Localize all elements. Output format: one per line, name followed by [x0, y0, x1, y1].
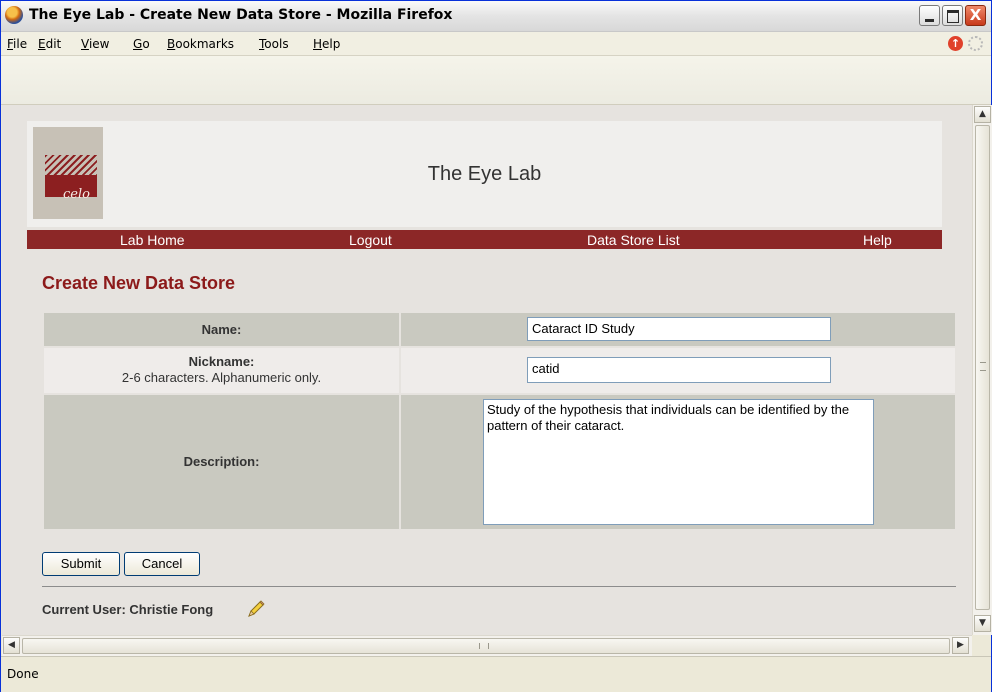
- menu-help-accesskey: H: [313, 37, 323, 51]
- nav-data-store-list[interactable]: Data Store List: [587, 232, 680, 248]
- minimize-button[interactable]: [919, 5, 940, 26]
- menu-file-label: ile: [13, 37, 28, 51]
- title-bar[interactable]: The Eye Lab - Create New Data Store - Mo…: [1, 1, 991, 32]
- submit-button[interactable]: Submit: [42, 552, 120, 576]
- menu-help[interactable]: Help: [313, 37, 340, 51]
- maximize-button[interactable]: [942, 5, 963, 26]
- page-viewport: celo The Eye Lab Lab Home Logout Data St…: [2, 105, 972, 635]
- menu-file[interactable]: File: [7, 37, 27, 51]
- close-icon: X: [969, 6, 982, 24]
- cancel-button[interactable]: Cancel: [124, 552, 200, 576]
- menu-view-accesskey: V: [81, 37, 89, 51]
- nav-lab-home[interactable]: Lab Home: [120, 232, 185, 248]
- scroll-left-icon[interactable]: ◀: [3, 637, 20, 654]
- nickname-label: Nickname: 2-6 characters. Alphanumeric o…: [44, 348, 399, 393]
- menu-edit-accesskey: E: [38, 37, 46, 51]
- name-label-text: Name:: [201, 322, 242, 337]
- close-button[interactable]: X: [965, 5, 986, 26]
- scroll-up-icon[interactable]: ▲: [974, 106, 991, 123]
- menu-bookmarks[interactable]: Bookmarks: [167, 37, 234, 51]
- menu-bookmarks-label: ookmarks: [175, 37, 235, 51]
- menu-tools[interactable]: Tools: [259, 37, 289, 51]
- menu-go[interactable]: Go: [133, 37, 150, 51]
- nav-logout[interactable]: Logout: [349, 232, 392, 248]
- vertical-thumb-grip: [980, 362, 986, 371]
- stop-icon[interactable]: ↑: [948, 36, 963, 51]
- menu-go-label: o: [142, 37, 150, 51]
- description-cell: Study of the hypothesis that individuals…: [401, 395, 955, 529]
- description-label-text: Description:: [183, 454, 260, 469]
- scroll-right-icon[interactable]: ▶: [952, 637, 969, 654]
- divider: [42, 586, 956, 587]
- name-input[interactable]: Cataract ID Study: [527, 317, 831, 341]
- site-title: The Eye Lab: [427, 163, 542, 185]
- menu-bar: File Edit View Go Bookmarks Tools Help ↑: [1, 32, 991, 56]
- form-row-nickname: Nickname: 2-6 characters. Alphanumeric o…: [44, 348, 955, 393]
- horizontal-thumb-grip: [479, 643, 489, 649]
- vertical-scrollbar[interactable]: ▲ ▼: [972, 105, 992, 635]
- window-title: The Eye Lab - Create New Data Store - Mo…: [29, 7, 453, 23]
- menu-edit[interactable]: Edit: [38, 37, 61, 51]
- form-row-description: Description: Study of the hypothesis tha…: [44, 395, 955, 529]
- nav-help[interactable]: Help: [863, 232, 892, 248]
- menu-tools-label: ools: [264, 37, 289, 51]
- menu-bookmarks-accesskey: B: [167, 37, 176, 51]
- site-banner: celo The Eye Lab: [27, 121, 942, 227]
- pencil-icon[interactable]: [246, 599, 266, 619]
- nickname-label-text: Nickname:: [188, 354, 255, 369]
- current-user: Current User: Christie Fong: [42, 602, 214, 617]
- status-bar: Done: [1, 656, 991, 692]
- horizontal-scroll-thumb[interactable]: [22, 638, 950, 654]
- status-text: Done: [7, 667, 39, 681]
- name-label: Name:: [44, 313, 399, 346]
- scroll-down-icon[interactable]: ▼: [974, 615, 991, 632]
- name-cell: Cataract ID Study: [401, 313, 955, 346]
- menu-go-accesskey: G: [133, 37, 143, 51]
- firefox-icon: [5, 6, 23, 24]
- vertical-scroll-thumb[interactable]: [975, 125, 990, 610]
- form-row-name: Name: Cataract ID Study: [44, 313, 955, 346]
- nickname-hint: 2-6 characters. Alphanumeric only.: [121, 370, 322, 385]
- navigation-toolbar: [1, 56, 991, 105]
- description-textarea[interactable]: Study of the hypothesis that individuals…: [483, 399, 874, 525]
- throbber-icon: [968, 36, 983, 51]
- menu-view[interactable]: View: [81, 37, 109, 51]
- menu-view-label: iew: [88, 37, 110, 51]
- maximize-icon: [947, 10, 959, 23]
- minimize-icon: [925, 19, 934, 22]
- nickname-cell: catid: [401, 348, 955, 393]
- site-nav: Lab Home Logout Data Store List Help: [27, 230, 942, 249]
- nickname-input[interactable]: catid: [527, 357, 831, 383]
- description-label: Description:: [44, 395, 399, 529]
- horizontal-scrollbar[interactable]: ◀ ▶: [2, 635, 972, 656]
- menu-help-label: elp: [322, 37, 341, 51]
- page-title: Create New Data Store: [42, 273, 236, 293]
- logo-text: celo: [63, 187, 90, 202]
- menu-edit-label: dit: [45, 37, 62, 51]
- browser-window: The Eye Lab - Create New Data Store - Mo…: [0, 0, 992, 692]
- scrollbar-corner: [972, 635, 991, 655]
